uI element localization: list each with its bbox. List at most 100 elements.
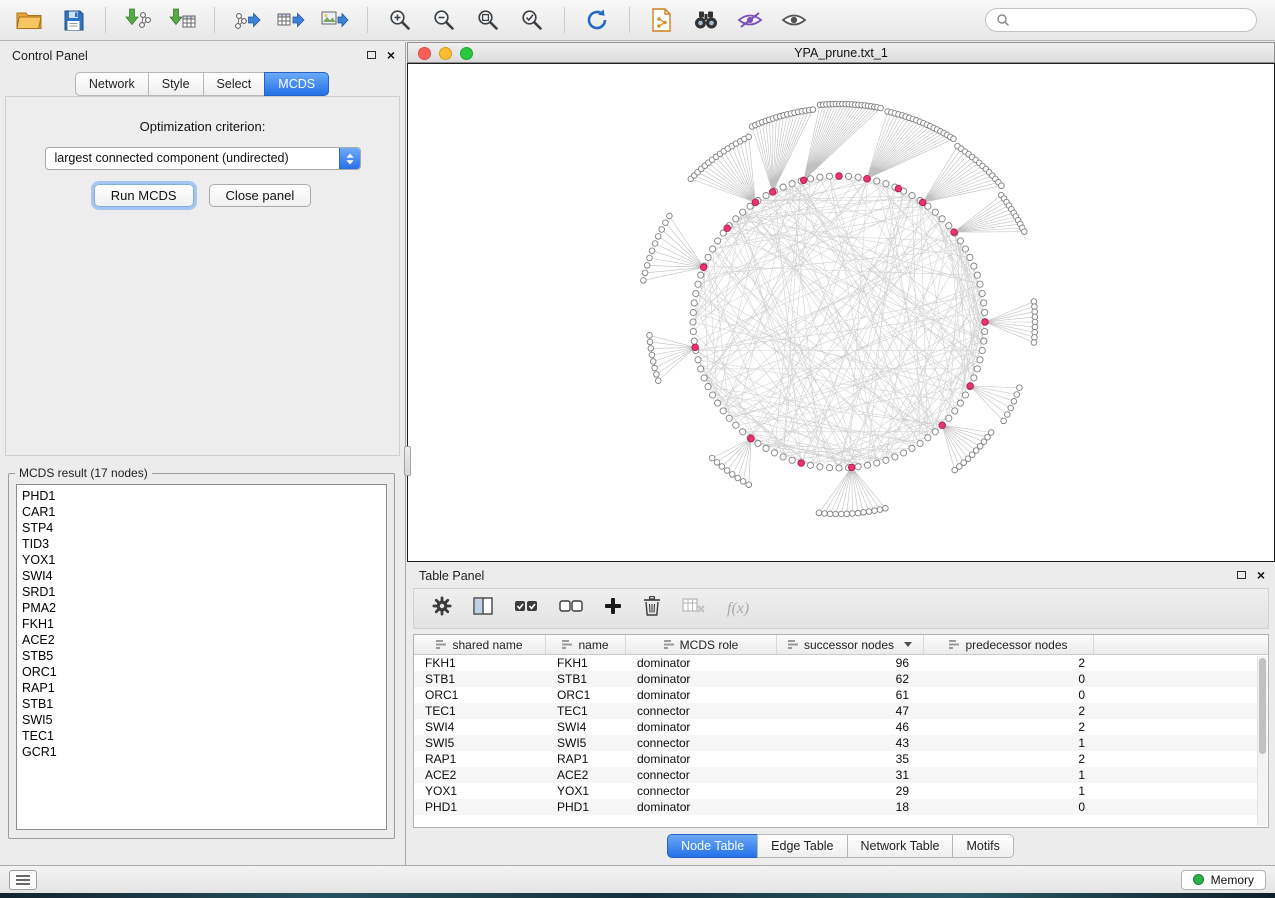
- mcds-result-item[interactable]: ACE2: [22, 632, 381, 648]
- network-canvas[interactable]: [407, 63, 1275, 562]
- select-all-button[interactable]: [514, 597, 538, 620]
- table-row[interactable]: YOX1YOX1connector291: [414, 783, 1268, 799]
- scrollbar-thumb[interactable]: [1259, 658, 1266, 754]
- criterion-dropdown[interactable]: largest connected component (undirected): [45, 147, 361, 170]
- mcds-result-item[interactable]: TEC1: [22, 728, 381, 744]
- table-cell: RAP1: [414, 752, 546, 766]
- close-panel-button[interactable]: Close panel: [209, 184, 312, 207]
- column-header-predecessor-nodes[interactable]: predecessor nodes: [924, 635, 1094, 654]
- tab-edge-table[interactable]: Edge Table: [757, 834, 847, 858]
- tab-motifs[interactable]: Motifs: [952, 834, 1013, 858]
- tab-select[interactable]: Select: [203, 72, 266, 96]
- column-header-name[interactable]: name: [546, 635, 626, 654]
- table-row[interactable]: STB1STB1dominator620: [414, 671, 1268, 687]
- import-network-button[interactable]: [119, 4, 157, 36]
- close-window-icon[interactable]: ×: [1257, 570, 1265, 580]
- mcds-result-item[interactable]: TID3: [22, 536, 381, 552]
- close-window-icon[interactable]: ×: [387, 50, 395, 60]
- export-table-button[interactable]: [272, 4, 310, 36]
- panel-splitter-grip[interactable]: [404, 446, 411, 476]
- find-button[interactable]: [687, 4, 725, 36]
- table-row[interactable]: PHD1PHD1dominator180: [414, 799, 1268, 815]
- zoom-out-button[interactable]: [425, 4, 463, 36]
- export-image-icon: [321, 8, 349, 32]
- mcds-result-item[interactable]: STB5: [22, 648, 381, 664]
- tab-node-table[interactable]: Node Table: [667, 834, 758, 858]
- apply-layout-button[interactable]: [578, 4, 616, 36]
- show-graphics-button[interactable]: [775, 4, 813, 36]
- table-body: FKH1FKH1dominator962STB1STB1dominator620…: [414, 655, 1268, 815]
- table-row[interactable]: ORC1ORC1dominator610: [414, 687, 1268, 703]
- run-mcds-button[interactable]: Run MCDS: [94, 184, 194, 207]
- table-cell: 1: [924, 768, 1094, 782]
- delete-rows-button[interactable]: [643, 596, 661, 621]
- mcds-result-item[interactable]: GCR1: [22, 744, 381, 760]
- share-document-button[interactable]: [643, 4, 681, 36]
- tab-network-table[interactable]: Network Table: [847, 834, 954, 858]
- close-traffic-light-icon[interactable]: [418, 47, 431, 60]
- mcds-result-list[interactable]: PHD1CAR1STP4TID3YOX1SWI4SRD1PMA2FKH1ACE2…: [16, 484, 387, 830]
- mcds-result-item[interactable]: SWI4: [22, 568, 381, 584]
- function-builder-button[interactable]: f(x): [727, 600, 749, 618]
- table-row[interactable]: TEC1TEC1connector472: [414, 703, 1268, 719]
- mcds-result-item[interactable]: ORC1: [22, 664, 381, 680]
- float-window-icon[interactable]: [1237, 571, 1246, 579]
- float-window-icon[interactable]: [367, 51, 376, 59]
- hide-graphics-button[interactable]: [731, 4, 769, 36]
- task-history-button[interactable]: [9, 870, 37, 890]
- control-panel: Control Panel × NetworkStyleSelectMCDS O…: [0, 42, 406, 865]
- tab-style[interactable]: Style: [148, 72, 204, 96]
- mcds-result-item[interactable]: FKH1: [22, 616, 381, 632]
- sort-icon: [562, 640, 573, 649]
- column-sort-chevron-icon[interactable]: [904, 642, 912, 647]
- memory-button[interactable]: Memory: [1181, 870, 1266, 890]
- import-table-button[interactable]: [163, 4, 201, 36]
- table-row[interactable]: SWI4SWI4dominator462: [414, 719, 1268, 735]
- column-header-successor-nodes[interactable]: successor nodes: [777, 635, 924, 654]
- tab-network[interactable]: Network: [75, 72, 149, 96]
- deselect-all-button[interactable]: [559, 597, 583, 620]
- table-row[interactable]: FKH1FKH1dominator962: [414, 655, 1268, 671]
- save-session-button[interactable]: [54, 4, 92, 36]
- table-row[interactable]: ACE2ACE2connector311: [414, 767, 1268, 783]
- add-row-button[interactable]: [604, 597, 622, 620]
- export-image-button[interactable]: [316, 4, 354, 36]
- zoom-selected-button[interactable]: [513, 4, 551, 36]
- share-document-icon: [651, 8, 673, 32]
- mcds-result-item[interactable]: PHD1: [22, 488, 381, 504]
- zoom-in-button[interactable]: [381, 4, 419, 36]
- table-scrollbar[interactable]: [1257, 656, 1267, 826]
- search-input[interactable]: [1016, 13, 1246, 27]
- table-cell: 18: [777, 800, 924, 814]
- table-cell: 0: [924, 688, 1094, 702]
- maximize-traffic-light-icon[interactable]: [460, 47, 473, 60]
- open-session-button[interactable]: [10, 4, 48, 36]
- network-window-titlebar[interactable]: YPA_prune.txt_1: [407, 42, 1275, 63]
- table-cell: PHD1: [546, 800, 626, 814]
- mcds-result-item[interactable]: SWI5: [22, 712, 381, 728]
- minimize-traffic-light-icon[interactable]: [439, 47, 452, 60]
- table-row[interactable]: RAP1RAP1dominator352: [414, 751, 1268, 767]
- tab-mcds[interactable]: MCDS: [264, 72, 329, 96]
- column-header-MCDS-role[interactable]: MCDS role: [626, 635, 777, 654]
- destroy-table-button[interactable]: [682, 597, 706, 620]
- network-graph[interactable]: [408, 64, 1274, 561]
- export-network-icon: [233, 8, 261, 32]
- table-row[interactable]: SWI5SWI5connector431: [414, 735, 1268, 751]
- zoom-fit-button[interactable]: [469, 4, 507, 36]
- table-cell: dominator: [626, 752, 777, 766]
- mcds-result-item[interactable]: RAP1: [22, 680, 381, 696]
- export-network-button[interactable]: [228, 4, 266, 36]
- mcds-result-item[interactable]: STB1: [22, 696, 381, 712]
- table-settings-button[interactable]: [432, 596, 452, 621]
- mcds-result-item[interactable]: STP4: [22, 520, 381, 536]
- mcds-result-item[interactable]: YOX1: [22, 552, 381, 568]
- show-columns-button[interactable]: [473, 597, 493, 620]
- toolbar-separator: [367, 7, 368, 33]
- mcds-result-item[interactable]: SRD1: [22, 584, 381, 600]
- column-header-shared-name[interactable]: shared name: [414, 635, 546, 654]
- table-cell: dominator: [626, 688, 777, 702]
- mcds-result-item[interactable]: PMA2: [22, 600, 381, 616]
- search-box[interactable]: [985, 8, 1257, 32]
- mcds-result-item[interactable]: CAR1: [22, 504, 381, 520]
